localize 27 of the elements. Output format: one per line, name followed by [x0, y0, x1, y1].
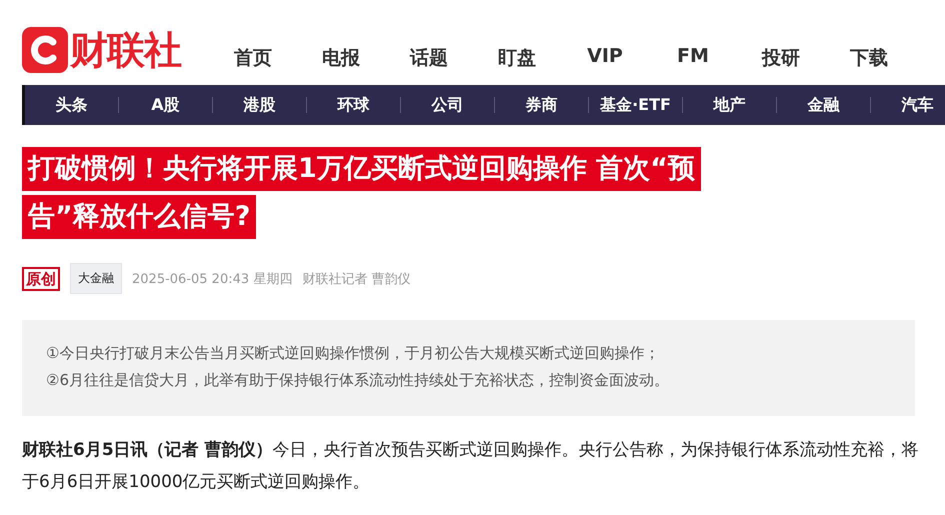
logo-icon	[22, 27, 68, 73]
nav-link[interactable]: 电报	[297, 45, 385, 71]
channel-link[interactable]: 公司	[401, 94, 494, 116]
nav-link[interactable]: 首页	[209, 45, 297, 71]
channel-link[interactable]: A股	[119, 94, 212, 116]
nav-link[interactable]: 话题	[385, 45, 473, 71]
publish-time: 2025-06-05 20:43 星期四	[132, 270, 292, 288]
category-tag[interactable]: 大金融	[70, 263, 122, 294]
logo-text[interactable]: 财联社	[70, 27, 181, 73]
article-paragraph: 财联社6月5日讯（记者 曹韵仪）今日，央行首次预告买断式逆回购操作。央行公告称，为保持银行体系流动性充裕，将于6月6日开展10000亿元买断式逆回购操作。	[22, 439, 919, 494]
author: 财联社记者 曹韵仪	[302, 270, 410, 288]
channel-link[interactable]: 环球	[307, 94, 400, 116]
summary-point: ①今日央行打破月末公告当月买断式逆回购操作惯例，于月初公告大规模买断式逆回购操作；	[46, 343, 660, 364]
channel-link[interactable]: 汽车	[871, 94, 945, 116]
original-label: 原创	[22, 266, 60, 290]
nav-link[interactable]: 下载	[825, 45, 913, 71]
channel-link[interactable]: 金融	[777, 94, 870, 116]
nav-link[interactable]: FM	[649, 45, 737, 71]
channel-link[interactable]: 头条	[25, 94, 118, 116]
channel-link[interactable]: 基金·ETF	[589, 94, 682, 116]
summary-point: ②6月往往是信贷大月，此举有助于保持银行体系流动性持续处于充裕状态，控制资金面波动。	[46, 370, 670, 391]
nav-link[interactable]: VIP	[561, 45, 649, 71]
channel-link[interactable]: 券商	[495, 94, 588, 116]
nav-link[interactable]: 投研	[737, 45, 825, 71]
channel-link[interactable]: 地产	[683, 94, 776, 116]
channel-link[interactable]: 港股	[213, 94, 306, 116]
nav-link[interactable]: 盯盘	[473, 45, 561, 71]
